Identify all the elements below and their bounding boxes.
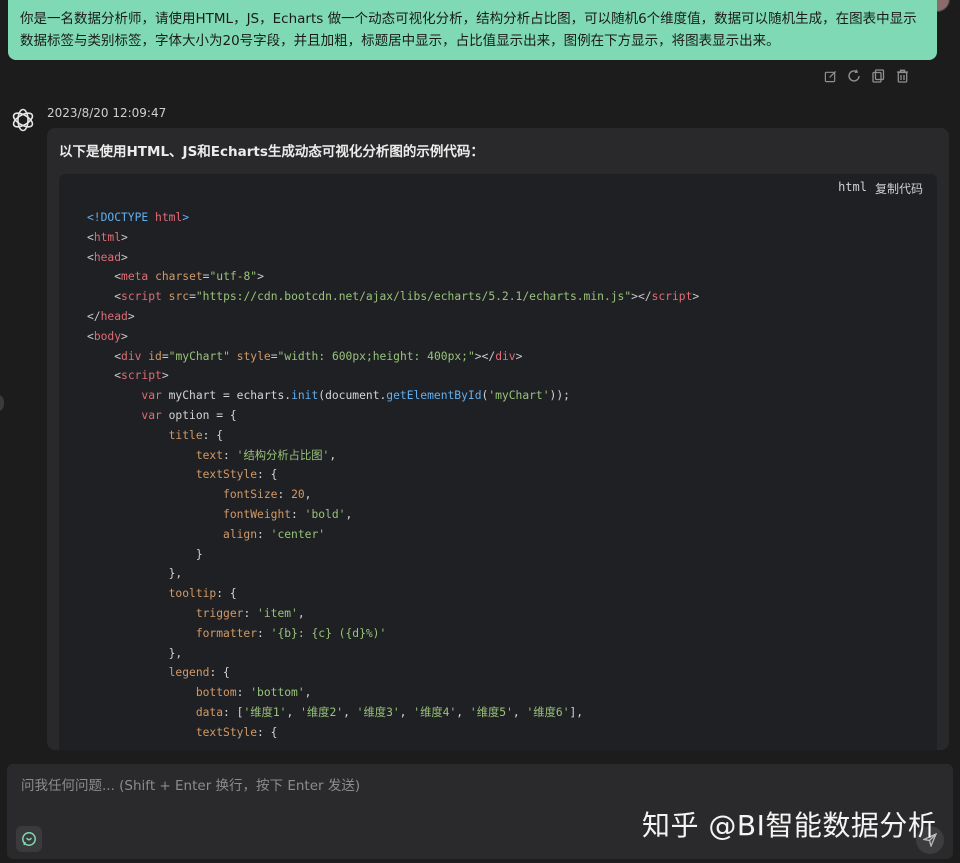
edit-icon[interactable] bbox=[822, 68, 838, 84]
code-line: </head> bbox=[87, 309, 135, 323]
code-line: formatter: '{b}: {c} ({d}%)' bbox=[195, 626, 387, 640]
copy-icon[interactable] bbox=[870, 68, 886, 84]
message-timestamp: 2023/8/20 12:09:47 bbox=[47, 106, 167, 120]
code-language-label: html bbox=[838, 180, 867, 194]
assistant-message-card: 以下是使用HTML、JS和Echarts生成动态可视化分析图的示例代码： htm… bbox=[47, 128, 949, 750]
code-line: var myChart = echarts.init(document.getE… bbox=[141, 389, 570, 403]
code-line: bottom: 'bottom', bbox=[195, 686, 312, 700]
copy-code-button[interactable]: 复制代码 bbox=[875, 180, 923, 197]
code-line: legend: { bbox=[168, 666, 230, 680]
user-message-text: 你是一名数据分析师，请使用HTML，JS，Echarts 做一个动态可视化分析，… bbox=[20, 11, 917, 49]
code-line: fontWeight: 'bold', bbox=[223, 507, 353, 521]
code-line: align: 'center' bbox=[223, 527, 326, 541]
code-line: trigger: 'item', bbox=[195, 606, 305, 620]
sidebar-toggle-handle[interactable] bbox=[0, 394, 4, 412]
code-content: <!DOCTYPE html> <html> <head> <meta charse… bbox=[87, 208, 699, 743]
openai-logo-icon bbox=[10, 107, 36, 133]
chat-bubble-icon[interactable] bbox=[16, 826, 42, 852]
code-block: html 复制代码 <!DOCTYPE html> <html> <head> <m… bbox=[59, 174, 937, 750]
assistant-intro-text: 以下是使用HTML、JS和Echarts生成动态可视化分析图的示例代码： bbox=[59, 144, 484, 160]
regenerate-icon[interactable] bbox=[846, 68, 862, 84]
user-message-bubble: 你是一名数据分析师，请使用HTML，JS，Echarts 做一个动态可视化分析，… bbox=[8, 0, 937, 60]
code-line: textStyle: { bbox=[195, 468, 278, 482]
code-line: title: { bbox=[168, 428, 224, 442]
code-line: <!DOCTYPE html> bbox=[87, 211, 190, 224]
code-line: <html> bbox=[87, 230, 128, 244]
code-line: <script> bbox=[114, 369, 169, 383]
code-line: var option = { bbox=[141, 408, 237, 422]
code-line: }, bbox=[87, 567, 183, 581]
code-block-header: html 复制代码 bbox=[838, 180, 923, 197]
code-line: } bbox=[87, 547, 203, 561]
code-line: data: ['维度1', '维度2', '维度3', '维度4', '维度5'… bbox=[195, 705, 584, 719]
code-line: tooltip: { bbox=[168, 587, 237, 601]
code-line: <script src="https://cdn.bootcdn.net/aja… bbox=[114, 290, 700, 304]
code-line: text: '结构分析占比图', bbox=[195, 448, 337, 462]
code-line: <body> bbox=[87, 329, 128, 343]
code-line: <meta charset="utf-8"> bbox=[114, 270, 264, 284]
code-line: <div id="myChart" style="width: 600px;he… bbox=[114, 349, 523, 363]
code-line: textStyle: { bbox=[195, 725, 278, 739]
delete-icon[interactable] bbox=[894, 68, 910, 84]
code-line: <head> bbox=[87, 250, 128, 264]
code-line: }, bbox=[87, 646, 183, 660]
code-line: fontSize: 20, bbox=[223, 488, 312, 502]
message-actions bbox=[822, 68, 910, 84]
watermark-text: 知乎 @BI智能数据分析 bbox=[642, 809, 937, 842]
